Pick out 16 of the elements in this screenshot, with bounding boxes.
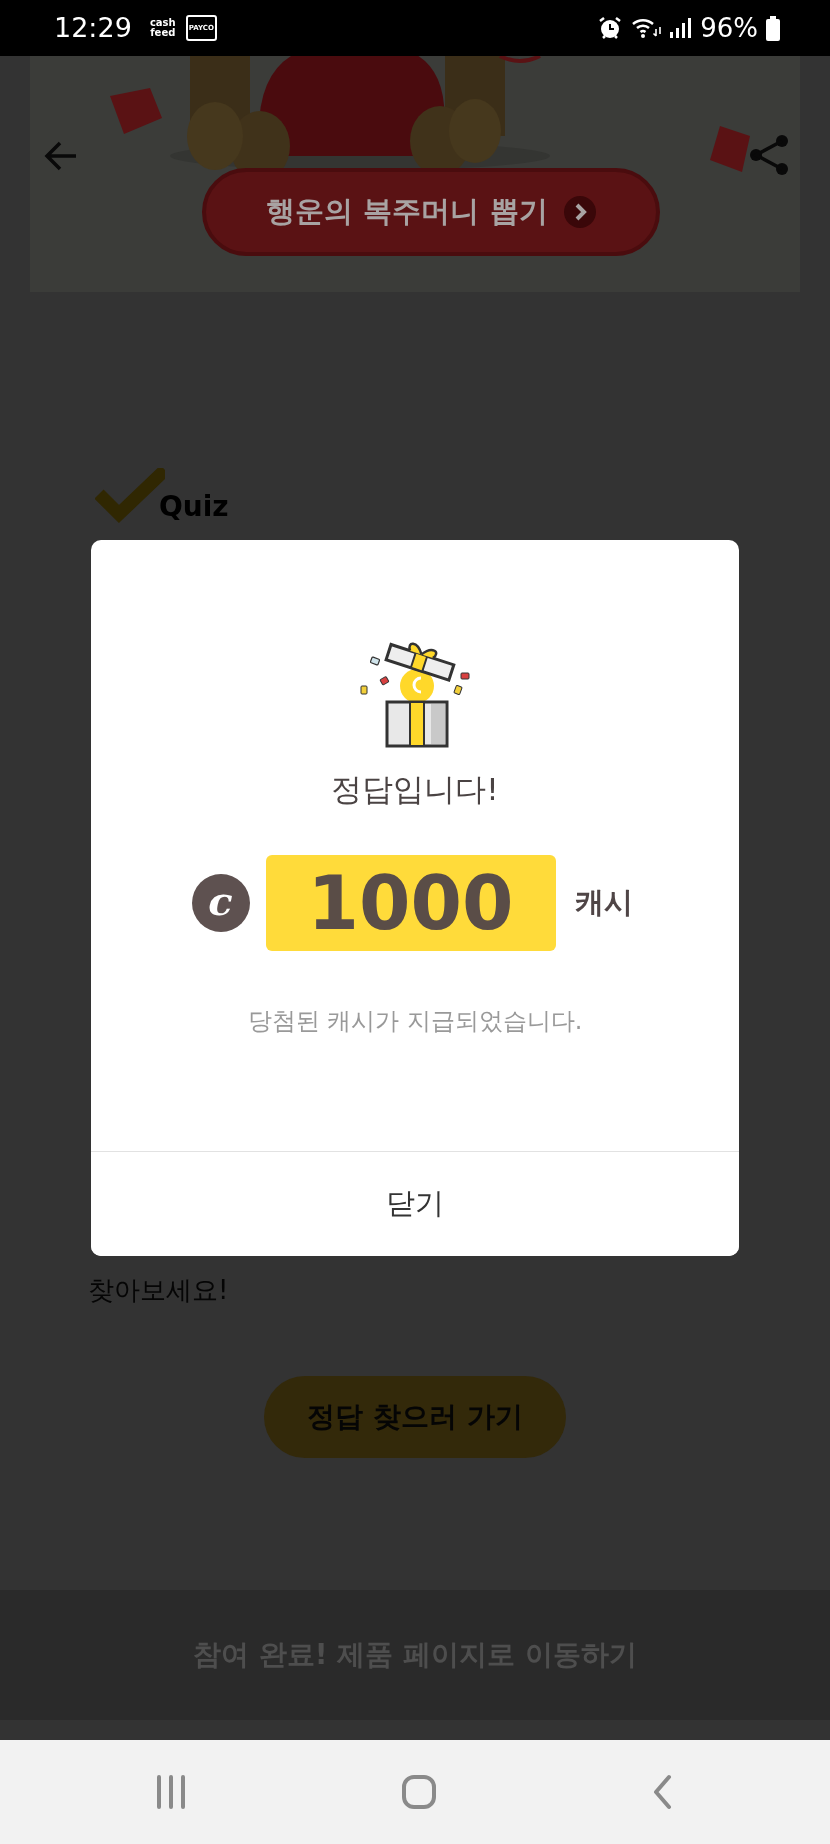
reward-amount: 1000: [265, 854, 556, 951]
battery-level: 96%: [700, 11, 758, 45]
home-icon[interactable]: [401, 1774, 437, 1810]
battery-icon: [766, 15, 780, 41]
banner-button[interactable]: 행운의 복주머니 뽑기: [202, 168, 660, 256]
dialog-title: 정답입니다!: [331, 770, 499, 809]
notification-icon: cash feed: [147, 18, 178, 38]
share-icon[interactable]: [750, 135, 788, 175]
dialog-message: 당첨된 캐시가 지급되었습니다.: [247, 1005, 583, 1037]
recent-apps-icon[interactable]: [155, 1774, 186, 1810]
chevron-icon: [563, 196, 596, 228]
status-time: 12:29: [54, 10, 132, 45]
signal-icon: [669, 16, 693, 40]
close-button[interactable]: 닫기: [91, 1151, 739, 1256]
reward-unit: 캐시: [574, 883, 633, 921]
coin-icon: c: [191, 873, 250, 932]
